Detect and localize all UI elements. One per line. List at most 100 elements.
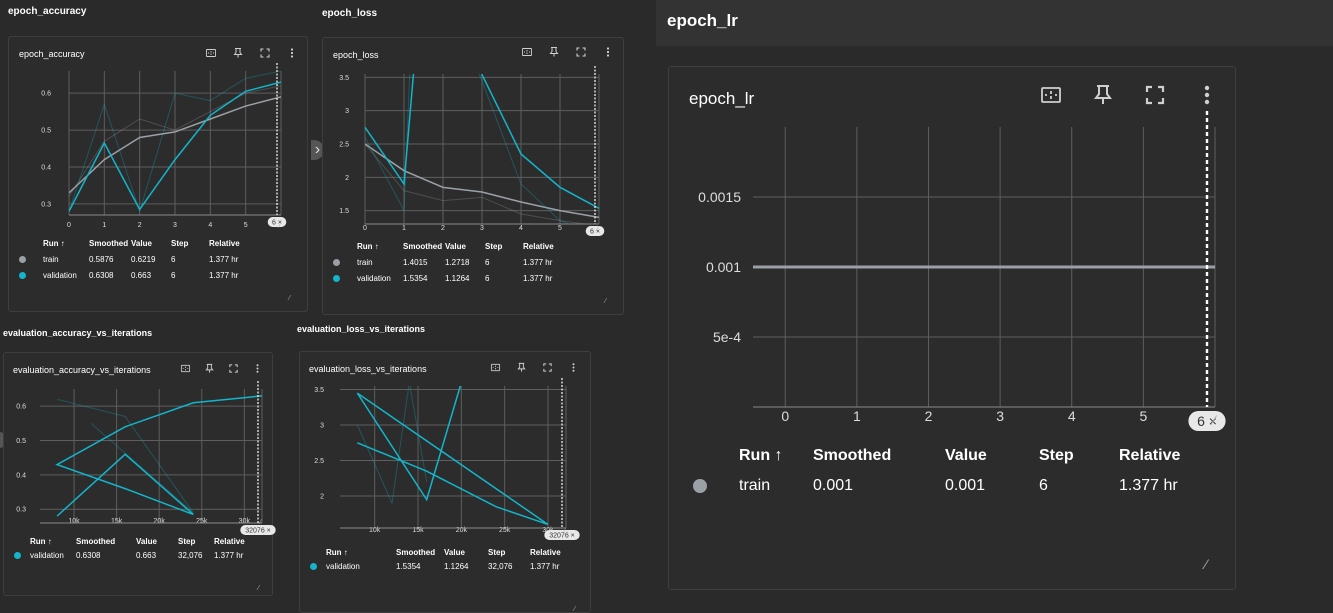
table-cell-value: 0.663 <box>131 271 152 280</box>
y-tick-label: 0.6 <box>41 91 51 98</box>
resize-icon[interactable]: ⁄ <box>605 298 606 305</box>
table-header-run[interactable]: Run ↑ <box>30 537 52 546</box>
table-cell-run: train <box>357 258 373 267</box>
x-tick-label: 4 <box>1068 408 1076 424</box>
x-tick-label: 0 <box>67 222 71 229</box>
table-header-step: Step <box>171 239 189 248</box>
resize-icon[interactable]: ⁄ <box>279 223 280 230</box>
table-header-run[interactable]: Run ↑ <box>739 447 783 465</box>
y-tick-label: 0.001 <box>706 259 741 275</box>
x-tick-label: 1 <box>853 408 861 424</box>
resize-icon[interactable]: ⁄ <box>1213 413 1215 427</box>
x-tick-label: 10k <box>68 518 80 525</box>
table-cell-run: validation <box>30 551 64 560</box>
table-cell-smoothed: 0.6308 <box>76 551 101 560</box>
table-cell-step: 32,076 <box>178 551 203 560</box>
table-cell-relative: 1.377 hr <box>209 271 239 280</box>
series-line-validation <box>356 386 549 526</box>
table-cell-step: 6 <box>485 258 490 267</box>
chart-card-eval-loss: evaluation_loss_vs_iterations 10k 15k 20k 25… <box>299 351 591 613</box>
line-chart[interactable]: 10k 15k 20k 25k 30k 0.3 0.4 0.5 0.6 32076 × <box>4 353 282 535</box>
run-color-dot[interactable] <box>333 259 340 267</box>
resize-icon[interactable]: ⁄ <box>574 606 575 613</box>
table-header-value: Value <box>445 242 466 251</box>
table-header-value: Value <box>131 239 152 248</box>
run-color-dot[interactable] <box>310 563 317 571</box>
step-marker-label: 32076 × <box>549 533 575 540</box>
table-header-run[interactable]: Run ↑ <box>43 239 65 248</box>
x-tick-label: 15k <box>111 518 123 525</box>
table-cell-relative: 1.377 hr <box>530 562 560 571</box>
table-cell-smoothed: 0.6308 <box>89 271 114 280</box>
run-color-dot[interactable] <box>14 552 21 560</box>
table-cell-step: 6 <box>171 271 176 280</box>
resize-icon[interactable]: ⁄ <box>1205 557 1207 571</box>
table-header-relative: Relative <box>1119 447 1181 464</box>
table-cell-smoothed: 1.5354 <box>396 562 421 571</box>
table-header-smoothed: Smoothed <box>813 447 892 464</box>
table-header-relative: Relative <box>214 537 245 546</box>
table-cell-step: 6 <box>171 255 176 264</box>
x-tick-label: 20k <box>154 518 166 525</box>
section-title-epoch-loss[interactable]: epoch_loss <box>322 8 377 19</box>
y-tick-label: 0.5 <box>41 128 51 135</box>
line-chart[interactable]: 10k15k20k25k30k22.533.532076 × <box>300 352 586 544</box>
line-chart[interactable]: 0 1 2 3 4 5 5e-4 0.001 0.0015 6 × <box>669 67 1235 445</box>
table-header-run[interactable]: Run ↑ <box>357 242 379 251</box>
section-title-eval-accuracy[interactable]: evaluation_accuracy_vs_iterations <box>3 328 152 338</box>
step-marker[interactable]: 6 × <box>267 217 287 227</box>
y-tick-label: 2 <box>345 175 349 182</box>
run-color-dot[interactable] <box>19 256 26 264</box>
y-tick-label: 2.5 <box>314 458 324 465</box>
step-marker[interactable]: 6 × <box>585 226 605 236</box>
step-marker[interactable]: 32076 × <box>544 530 580 540</box>
table-header-relative: Relative <box>523 242 554 251</box>
resize-icon[interactable]: ⁄ <box>564 528 565 535</box>
step-marker-label: 6 × <box>272 220 282 227</box>
x-tick-label: 5 <box>244 222 248 229</box>
x-tick-label: 1 <box>102 222 106 229</box>
run-color-dot[interactable] <box>19 272 26 280</box>
y-tick-label: 2.5 <box>339 141 349 148</box>
table-header-smoothed: Smoothed <box>403 242 443 251</box>
chart-card-eval-accuracy: evaluation_accuracy_vs_iterations 10k 15k 2… <box>3 352 276 596</box>
x-tick-label: 1 <box>402 225 406 232</box>
section-title-epoch-lr[interactable]: epoch_lr <box>667 11 738 31</box>
section-title-eval-loss[interactable]: evaluation_loss_vs_iterations <box>297 324 425 334</box>
run-color-dot[interactable] <box>693 479 707 494</box>
section-title-epoch-accuracy[interactable]: epoch_accuracy <box>8 6 86 17</box>
table-cell-value: 0.6219 <box>131 255 156 264</box>
step-marker[interactable]: 6 × <box>1188 411 1226 431</box>
table-cell-smoothed: 0.5876 <box>89 255 114 264</box>
table-cell-smoothed: 1.5354 <box>403 274 428 283</box>
y-tick-label: 5e-4 <box>713 329 741 345</box>
table-header-run[interactable]: Run ↑ <box>326 548 348 557</box>
chart-card-epoch-lr: epoch_lr 0 1 2 3 4 5 5e-4 0.001 0.0015 6 × Run ↑ Smo… <box>668 66 1236 590</box>
y-tick-label: 0.5 <box>16 438 26 445</box>
x-tick-label: 5 <box>1139 408 1147 424</box>
table-cell-run: validation <box>357 274 391 283</box>
resize-icon[interactable]: ⁄ <box>258 585 259 592</box>
step-marker[interactable]: 32076 × <box>240 525 276 535</box>
x-tick-label: 3 <box>173 222 177 229</box>
resize-icon[interactable]: ⁄ <box>260 519 261 526</box>
table-cell-relative: 1.377 hr <box>523 274 553 283</box>
y-tick-label: 0.0015 <box>698 189 741 205</box>
table-cell-value: 1.2718 <box>445 258 470 267</box>
table-cell-step: 6 <box>1039 477 1048 494</box>
run-color-dot[interactable] <box>333 275 340 283</box>
table-cell-run: validation <box>326 562 360 571</box>
x-tick-label: 0 <box>781 408 789 424</box>
y-tick-label: 3 <box>320 423 324 430</box>
line-chart[interactable]: 0 1 2 3 4 5 0.3 0.4 0.5 0.6 6 × <box>9 37 301 239</box>
table-header-value: Value <box>136 537 157 546</box>
table-cell-relative: 1.377 hr <box>209 255 239 264</box>
chart-card-epoch-accuracy: epoch_accuracy 0 1 2 3 4 5 0.3 0.4 0.5 0.6 6 × Run ↑… <box>8 36 308 312</box>
table-cell-run: train <box>43 255 59 264</box>
resize-icon[interactable]: ⁄ <box>289 295 290 302</box>
y-tick-label: 0.3 <box>41 201 51 208</box>
resize-icon[interactable]: ⁄ <box>597 226 598 233</box>
x-tick-label: 3 <box>480 225 484 232</box>
table-cell-step: 6 <box>485 274 490 283</box>
line-chart[interactable]: 0 1 2 3 4 5 1.5 2 2.5 3 3.5 6 × <box>323 38 619 242</box>
